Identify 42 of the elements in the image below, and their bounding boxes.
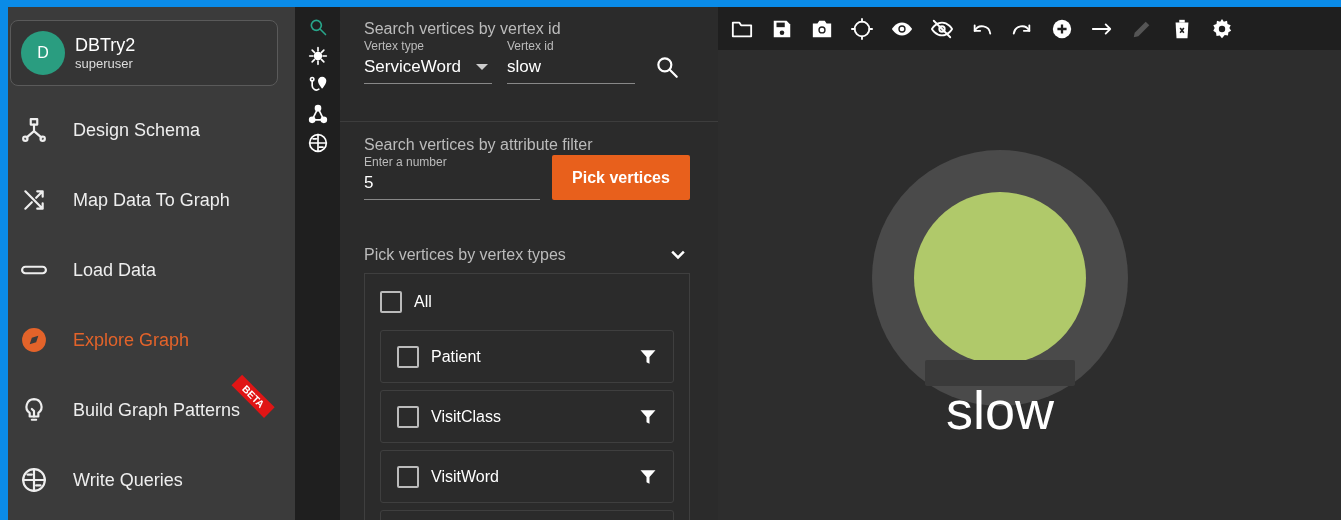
network-icon[interactable] [307,104,328,124]
field-label: Vertex type [364,39,426,53]
crosshair-icon[interactable] [851,17,873,40]
sidebar-item[interactable]: Load Data [10,235,278,305]
input-field[interactable]: slow [507,53,635,84]
vertex-label: slow [945,387,1055,433]
field-label: Enter a number [364,155,448,169]
filter-icon[interactable] [639,347,657,366]
checkbox-label: Patient [431,347,481,366]
field-label: Vertex id [507,39,555,53]
search-icon[interactable] [654,54,680,80]
settings-icon[interactable] [1211,17,1233,40]
schema-icon [21,117,47,143]
caret-icon [476,64,488,70]
filter-icon[interactable] [639,467,657,486]
shuffle-icon [21,187,47,213]
checkbox[interactable] [380,291,402,313]
filter-icon[interactable] [639,407,657,426]
avatar: D [21,31,65,75]
checkbox-label: VisitClass [431,407,501,426]
section-title: Pick vertices by vertex types [364,246,566,264]
vertex-type-dropdown[interactable]: ServiceWord [364,53,492,84]
sidebar-item[interactable]: Map Data To Graph [10,165,278,235]
sidebar-item[interactable]: Write Queries [10,445,278,515]
section-title: Search vertices by vertex id [364,20,562,38]
plus-circle-icon[interactable] [1051,17,1073,40]
globe-icon [21,467,47,493]
eye-slash-icon[interactable] [931,17,953,40]
sidebar-item[interactable]: Design Schema [10,95,278,165]
compass-icon [21,327,47,353]
checkbox-label: All [414,293,432,311]
checkbox[interactable] [397,345,419,368]
input-field[interactable]: 5 [364,169,540,200]
checkbox[interactable] [397,465,419,488]
section-title: Search vertices by attribute filter [364,136,594,154]
checkbox[interactable] [397,405,419,428]
profile-card[interactable]: D DBTry2 superuser [10,20,278,86]
user-role: superuser [75,56,134,71]
globe-icon[interactable] [307,133,328,153]
user-name: DBTry2 [75,35,136,56]
checkbox-label: VisitWord [431,467,499,486]
sun-icon[interactable] [307,46,328,66]
